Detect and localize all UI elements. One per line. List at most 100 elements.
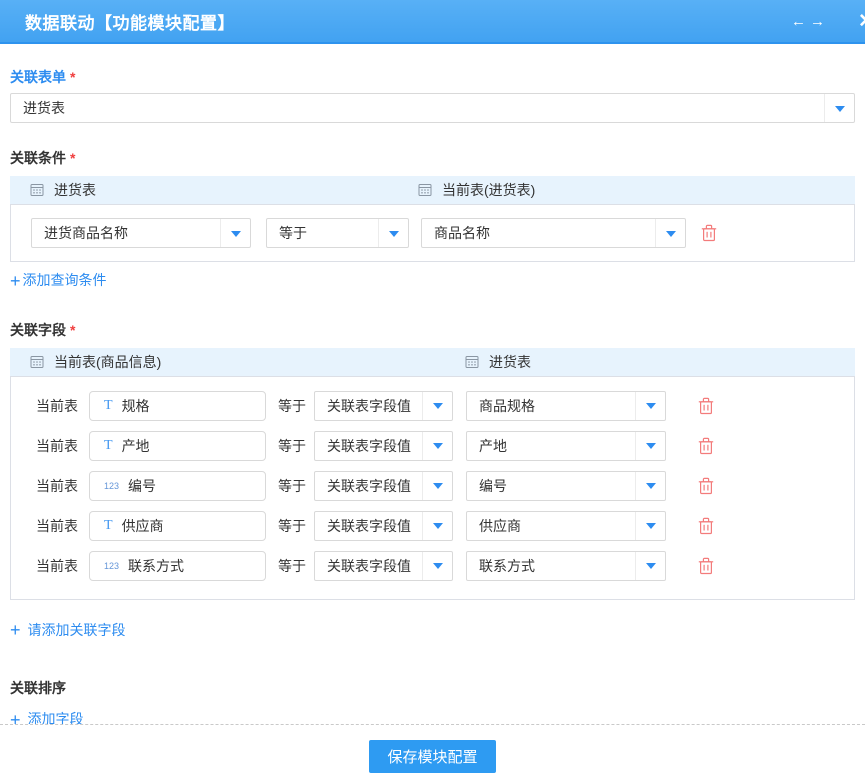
operator-label: 等于 — [278, 436, 306, 456]
field-row: 当前表 123 编号 等于 关联表字段值 编号 — [11, 471, 854, 501]
value-type-select[interactable]: 关联表字段值 — [314, 471, 453, 501]
value-type-select[interactable]: 关联表字段值 — [314, 551, 453, 581]
arrow-left-icon: ← — [791, 13, 806, 30]
fields-left-table-header: 当前表(商品信息) — [30, 352, 465, 372]
chevron-down-icon — [422, 392, 452, 420]
value-select[interactable]: 商品规格 — [466, 391, 666, 421]
value-type-select[interactable]: 关联表字段值 — [314, 391, 453, 421]
value-select[interactable]: 编号 — [466, 471, 666, 501]
required-asterisk: * — [70, 69, 75, 85]
condition-operator-select[interactable]: 等于 — [266, 218, 409, 248]
trash-icon — [698, 397, 714, 415]
scope-label: 当前表 — [36, 396, 79, 416]
form-icon — [465, 355, 479, 369]
plus-icon: + — [10, 621, 21, 639]
operator-label: 等于 — [278, 396, 306, 416]
text-field-icon: T — [104, 399, 113, 413]
condition-right-table-header: 当前表(进货表) — [418, 180, 535, 200]
field-name: 联系方式 — [128, 556, 184, 576]
condition-table-header: 进货表 当前表(进货表) — [10, 176, 855, 204]
condition-field-select[interactable]: 进货商品名称 — [31, 218, 251, 248]
chevron-down-icon — [220, 219, 250, 247]
add-sort-field-link[interactable]: +添加字段 — [10, 710, 84, 724]
related-condition-label: 关联条件* — [10, 149, 855, 167]
trash-icon — [698, 437, 714, 455]
delete-field-button[interactable] — [698, 557, 714, 575]
dialog-footer: 保存模块配置 — [0, 740, 865, 773]
chevron-down-icon — [635, 552, 665, 580]
field-name: 供应商 — [122, 516, 164, 536]
condition-left-table-header: 进货表 — [30, 180, 418, 200]
text-field-icon: T — [104, 519, 113, 533]
trash-icon — [698, 517, 714, 535]
delete-field-button[interactable] — [698, 437, 714, 455]
add-related-field-link[interactable]: +请添加关联字段 — [10, 621, 126, 640]
panel-divider — [0, 724, 865, 725]
delete-field-button[interactable] — [698, 397, 714, 415]
field-name: 规格 — [122, 396, 150, 416]
dialog-header: 数据联动【功能模块配置】 ← → ✕ — [0, 0, 865, 44]
scope-label: 当前表 — [36, 436, 79, 456]
field-picker[interactable]: T 产地 — [89, 431, 266, 461]
save-module-config-button[interactable]: 保存模块配置 — [369, 740, 495, 773]
chevron-down-icon — [635, 432, 665, 460]
number-field-icon: 123 — [104, 561, 119, 571]
field-picker[interactable]: 123 联系方式 — [89, 551, 266, 581]
trash-icon — [698, 477, 714, 495]
related-fields-label: 关联字段* — [10, 321, 855, 339]
field-picker[interactable]: 123 编号 — [89, 471, 266, 501]
chevron-down-icon — [635, 472, 665, 500]
chevron-down-icon — [422, 512, 452, 540]
delete-condition-button[interactable] — [701, 224, 717, 242]
chevron-down-icon — [422, 432, 452, 460]
value-select[interactable]: 产地 — [466, 431, 666, 461]
value-type-select[interactable]: 关联表字段值 — [314, 511, 453, 541]
fields-table-header: 当前表(商品信息) 进货表 — [10, 348, 855, 376]
operator-label: 等于 — [278, 516, 306, 536]
related-form-select[interactable]: 进货表 — [10, 93, 855, 123]
condition-left-table-name: 进货表 — [54, 180, 96, 200]
field-picker[interactable]: T 规格 — [89, 391, 266, 421]
close-button[interactable]: ✕ — [858, 0, 865, 42]
chevron-down-icon — [422, 472, 452, 500]
plus-icon: + — [10, 711, 21, 725]
scope-label: 当前表 — [36, 476, 79, 496]
form-icon — [30, 355, 44, 369]
condition-row: 进货商品名称 等于 商品名称 — [10, 204, 855, 262]
text-field-icon: T — [104, 439, 113, 453]
condition-target-select[interactable]: 商品名称 — [421, 218, 686, 248]
required-asterisk: * — [70, 322, 75, 338]
chevron-down-icon — [655, 219, 685, 247]
chevron-down-icon — [635, 392, 665, 420]
chevron-down-icon — [378, 219, 408, 247]
resize-panel-button[interactable]: ← → — [791, 0, 825, 42]
operator-label: 等于 — [278, 476, 306, 496]
chevron-down-icon — [824, 94, 854, 122]
add-query-condition-link[interactable]: +添加查询条件 — [10, 271, 107, 290]
fields-left-table-name: 当前表(商品信息) — [54, 352, 161, 372]
value-select[interactable]: 联系方式 — [466, 551, 666, 581]
dialog-title: 数据联动【功能模块配置】 — [0, 9, 235, 34]
delete-field-button[interactable] — [698, 477, 714, 495]
scope-label: 当前表 — [36, 516, 79, 536]
form-icon — [418, 183, 432, 197]
value-type-select[interactable]: 关联表字段值 — [314, 431, 453, 461]
clipped-add-field-area: +添加字段 — [0, 710, 865, 724]
condition-right-table-name: 当前表(进货表) — [442, 180, 535, 200]
operator-label: 等于 — [278, 556, 306, 576]
plus-icon: + — [10, 272, 21, 290]
delete-field-button[interactable] — [698, 517, 714, 535]
value-select[interactable]: 供应商 — [466, 511, 666, 541]
field-name: 编号 — [128, 476, 156, 496]
close-icon: ✕ — [858, 10, 865, 33]
trash-icon — [698, 557, 714, 575]
trash-icon — [701, 224, 717, 242]
scope-label: 当前表 — [36, 556, 79, 576]
field-name: 产地 — [122, 436, 150, 456]
arrow-right-icon: → — [810, 13, 825, 30]
form-icon — [30, 183, 44, 197]
field-row: 当前表 T 供应商 等于 关联表字段值 供应商 — [11, 511, 854, 541]
field-picker[interactable]: T 供应商 — [89, 511, 266, 541]
chevron-down-icon — [422, 552, 452, 580]
field-row: 当前表 123 联系方式 等于 关联表字段值 联系方式 — [11, 551, 854, 581]
